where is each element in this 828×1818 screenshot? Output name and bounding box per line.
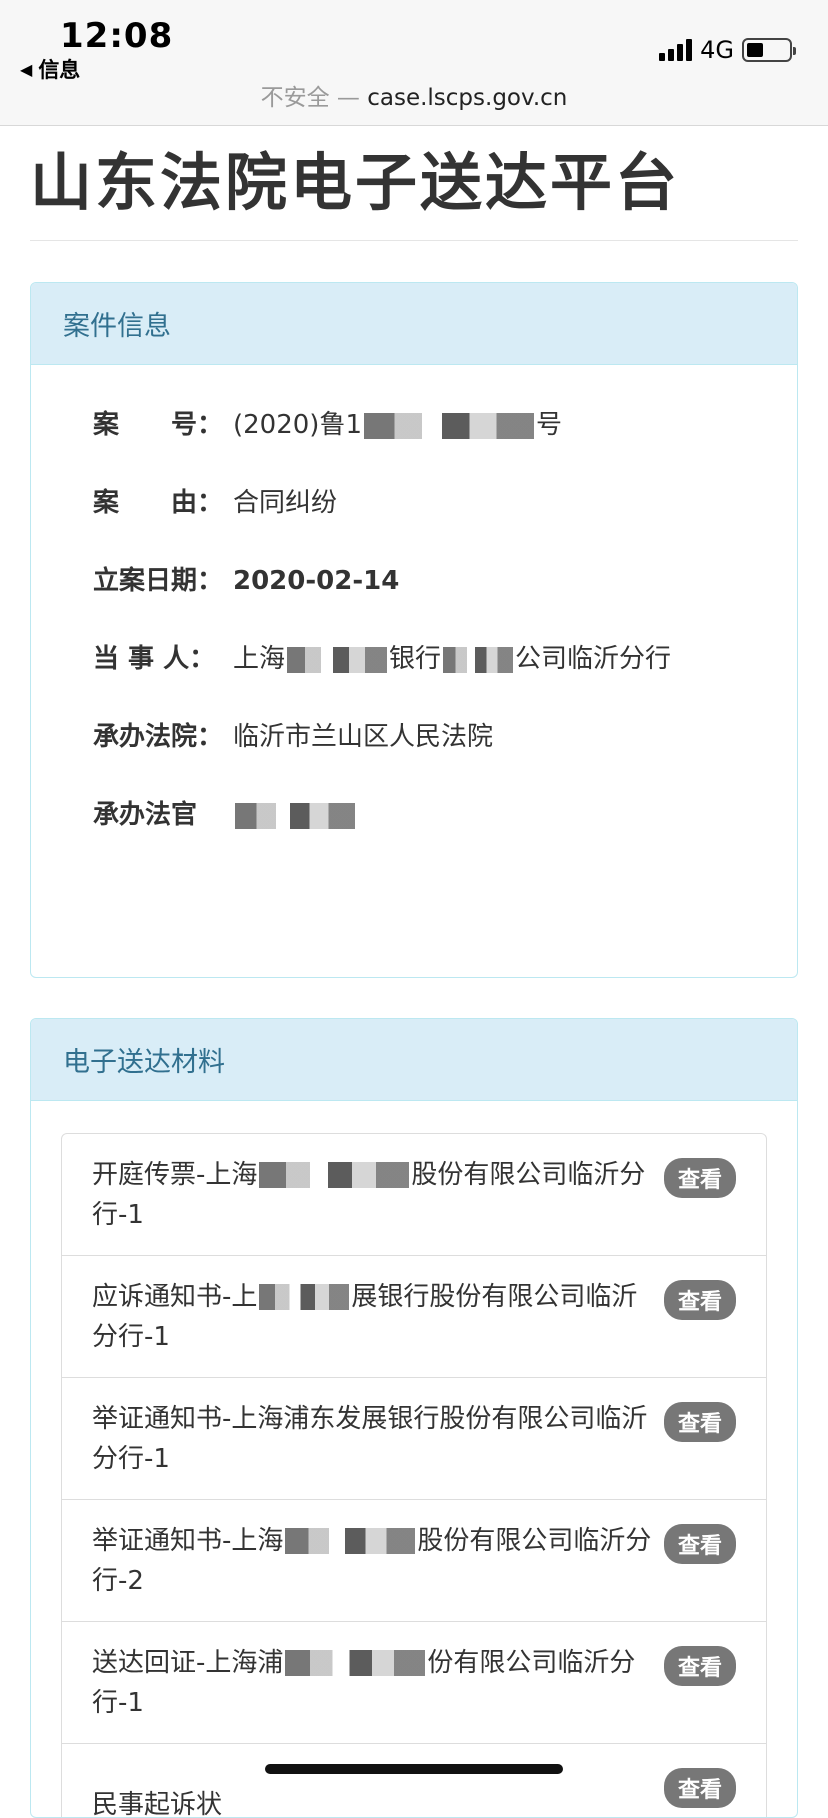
party-value-suffix: 公司临沂分行 bbox=[515, 644, 671, 674]
redaction bbox=[235, 803, 355, 829]
view-button[interactable]: 查看 bbox=[664, 1646, 736, 1686]
status-time: 12:08 bbox=[60, 16, 173, 56]
network-type: 4G bbox=[700, 36, 734, 64]
case-info-panel: 案件信息 案 号： (2020)鲁1 号 案 由： 合同纠纷 立案日期： 2020… bbox=[30, 282, 798, 978]
redaction bbox=[364, 413, 534, 439]
material-item: 送达回证-上海浦份有限公司临沂分行-1 查看 bbox=[62, 1622, 766, 1744]
case-cause-label: 案 由： bbox=[93, 483, 233, 523]
case-cause-row: 案 由： 合同纠纷 bbox=[93, 483, 767, 523]
battery-icon bbox=[742, 38, 792, 62]
material-title: 开庭传票-上海 bbox=[92, 1160, 257, 1190]
case-info-heading: 案件信息 bbox=[31, 283, 797, 365]
material-item: 应诉通知书-上展银行股份有限公司临沂分行-1 查看 bbox=[62, 1256, 766, 1378]
court-label: 承办法院： bbox=[93, 717, 233, 757]
view-button[interactable]: 查看 bbox=[664, 1524, 736, 1564]
material-title: 送达回证-上海浦 bbox=[92, 1648, 283, 1678]
url-text: case.lscps.gov.cn bbox=[367, 85, 567, 111]
case-number-value: (2020)鲁1 bbox=[233, 410, 362, 440]
battery-level bbox=[747, 43, 763, 57]
case-number-suffix: 号 bbox=[536, 410, 562, 440]
material-title: 举证通知书-上海 bbox=[92, 1526, 283, 1556]
filing-date-row: 立案日期： 2020-02-14 bbox=[93, 561, 767, 601]
redaction bbox=[443, 647, 513, 673]
address-bar[interactable]: 不安全 — case.lscps.gov.cn bbox=[0, 78, 828, 112]
view-button[interactable]: 查看 bbox=[664, 1768, 736, 1808]
back-arrow-icon: ◀ bbox=[20, 60, 32, 79]
page-title: 山东法院电子送达平台 bbox=[30, 132, 680, 222]
case-info-list: 案 号： (2020)鲁1 号 案 由： 合同纠纷 立案日期： 2020-02-1… bbox=[31, 365, 797, 835]
status-indicators: 4G bbox=[659, 36, 792, 64]
party-value: 上海 bbox=[233, 644, 285, 674]
view-button[interactable]: 查看 bbox=[664, 1280, 736, 1320]
material-title: 民事起诉状 bbox=[92, 1790, 222, 1818]
case-cause-value: 合同纠纷 bbox=[233, 483, 767, 523]
redaction bbox=[287, 647, 387, 673]
materials-heading: 电子送达材料 bbox=[31, 1019, 797, 1101]
judge-row: 承办法官 bbox=[93, 795, 767, 835]
materials-list: 开庭传票-上海股份有限公司临沂分行-1 查看 应诉通知书-上展银行股份有限公司临… bbox=[61, 1133, 767, 1818]
status-bar: 12:08 ◀ 信息 4G 不安全 — case.lscps.gov.cn bbox=[0, 0, 828, 126]
material-item: 开庭传票-上海股份有限公司临沂分行-1 查看 bbox=[62, 1134, 766, 1256]
party-row: 当 事 人： 上海 银行 公司临沂分行 bbox=[93, 639, 767, 679]
view-button[interactable]: 查看 bbox=[664, 1158, 736, 1198]
material-item: 民事起诉状 查看 bbox=[62, 1744, 766, 1818]
material-item: 举证通知书-上海股份有限公司临沂分行-2 查看 bbox=[62, 1500, 766, 1622]
signal-strength-icon bbox=[659, 39, 692, 61]
home-indicator[interactable] bbox=[265, 1764, 563, 1774]
material-title: 应诉通知书-上 bbox=[92, 1282, 257, 1312]
case-number-row: 案 号： (2020)鲁1 号 bbox=[93, 405, 767, 445]
filing-date-value: 2020-02-14 bbox=[233, 561, 767, 601]
material-item: 举证通知书-上海浦东发展银行股份有限公司临沂分行-1 查看 bbox=[62, 1378, 766, 1500]
title-divider bbox=[30, 240, 798, 241]
materials-panel: 电子送达材料 开庭传票-上海股份有限公司临沂分行-1 查看 应诉通知书-上展银行… bbox=[30, 1018, 798, 1818]
view-button[interactable]: 查看 bbox=[664, 1402, 736, 1442]
redaction bbox=[285, 1528, 415, 1554]
redaction bbox=[285, 1650, 425, 1676]
court-value: 临沂市兰山区人民法院 bbox=[233, 717, 767, 757]
insecure-label: 不安全 — bbox=[261, 85, 360, 111]
judge-label: 承办法官 bbox=[93, 795, 233, 835]
court-row: 承办法院： 临沂市兰山区人民法院 bbox=[93, 717, 767, 757]
material-title: 举证通知书-上海浦东发展银行股份有限公司临沂分行-1 bbox=[92, 1404, 647, 1474]
case-number-label: 案 号： bbox=[93, 405, 233, 445]
filing-date-label: 立案日期： bbox=[93, 561, 233, 601]
party-label: 当 事 人： bbox=[93, 639, 233, 679]
redaction bbox=[259, 1284, 349, 1310]
redaction bbox=[259, 1162, 409, 1188]
party-value-middle: 银行 bbox=[389, 644, 441, 674]
